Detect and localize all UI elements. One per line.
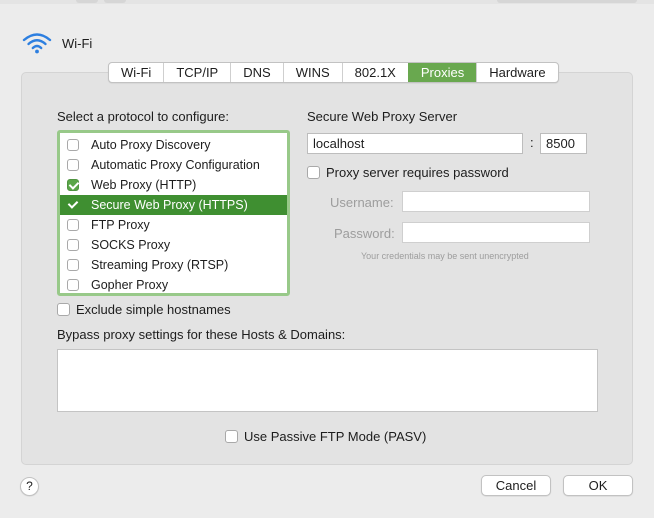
- cancel-button[interactable]: Cancel: [481, 475, 551, 496]
- tab-8021x[interactable]: 802.1X: [341, 63, 408, 82]
- proxy-host-field[interactable]: localhost: [307, 133, 523, 154]
- protocol-list: Auto Proxy Discovery Automatic Proxy Con…: [57, 130, 290, 296]
- ok-button[interactable]: OK: [563, 475, 633, 496]
- requires-password-checkbox[interactable]: [307, 166, 320, 179]
- protocol-label: Auto Proxy Discovery: [91, 138, 211, 152]
- protocol-checkbox[interactable]: [67, 239, 79, 251]
- tab-wins[interactable]: WINS: [282, 63, 342, 82]
- protocol-checkbox[interactable]: [67, 279, 79, 291]
- protocol-checkbox[interactable]: [67, 259, 79, 271]
- help-button[interactable]: ?: [20, 477, 39, 496]
- passive-ftp-checkbox[interactable]: [225, 430, 238, 443]
- protocol-label: Streaming Proxy (RTSP): [91, 258, 229, 272]
- protocol-label: Web Proxy (HTTP): [91, 178, 197, 192]
- protocol-checkbox[interactable]: [67, 219, 79, 231]
- protocol-label: FTP Proxy: [91, 218, 150, 232]
- protocol-checkbox[interactable]: [67, 139, 79, 151]
- passive-ftp-option[interactable]: Use Passive FTP Mode (PASV): [225, 429, 426, 444]
- protocol-row-secure-web-proxy[interactable]: Secure Web Proxy (HTTPS): [60, 195, 287, 215]
- server-heading: Secure Web Proxy Server: [307, 109, 458, 124]
- toolbar-stub-end: [497, 0, 637, 3]
- username-label: Username:: [330, 195, 394, 210]
- toolbar-stub-right: [104, 0, 126, 3]
- protocol-row-gopher-proxy[interactable]: Gopher Proxy: [60, 275, 287, 295]
- bypass-label: Bypass proxy settings for these Hosts & …: [57, 327, 346, 342]
- credentials-note: Your credentials may be sent unencrypted: [361, 251, 529, 261]
- requires-password-label: Proxy server requires password: [326, 165, 509, 180]
- tab-hardware[interactable]: Hardware: [476, 63, 557, 82]
- username-field[interactable]: [402, 191, 590, 212]
- host-port-separator: :: [530, 135, 534, 150]
- protocol-checkbox[interactable]: [67, 179, 79, 191]
- protocol-checkbox[interactable]: [67, 159, 79, 171]
- tab-wifi[interactable]: Wi-Fi: [109, 63, 163, 82]
- exclude-simple-option[interactable]: Exclude simple hostnames: [57, 302, 231, 317]
- protocol-list-heading: Select a protocol to configure:: [57, 109, 229, 124]
- exclude-simple-label: Exclude simple hostnames: [76, 302, 231, 317]
- protocol-row-web-proxy[interactable]: Web Proxy (HTTP): [60, 175, 287, 195]
- protocol-row-auto-discovery[interactable]: Auto Proxy Discovery: [60, 135, 287, 155]
- bypass-hosts-textarea[interactable]: [57, 349, 598, 412]
- passive-ftp-label: Use Passive FTP Mode (PASV): [244, 429, 427, 444]
- tab-bar: Wi-Fi TCP/IP DNS WINS 802.1X Proxies Har…: [108, 62, 559, 83]
- password-label: Password:: [334, 226, 395, 241]
- tab-tcpip[interactable]: TCP/IP: [163, 63, 230, 82]
- protocol-label: Secure Web Proxy (HTTPS): [91, 198, 248, 212]
- tab-dns[interactable]: DNS: [230, 63, 282, 82]
- requires-password-option[interactable]: Proxy server requires password: [307, 165, 509, 180]
- interface-header: Wi-Fi: [22, 30, 92, 56]
- exclude-simple-checkbox[interactable]: [57, 303, 70, 316]
- protocol-label: SOCKS Proxy: [91, 238, 171, 252]
- protocol-row-ftp-proxy[interactable]: FTP Proxy: [60, 215, 287, 235]
- protocol-row-auto-config[interactable]: Automatic Proxy Configuration: [60, 155, 287, 175]
- tab-proxies[interactable]: Proxies: [407, 63, 477, 82]
- wifi-icon: [22, 32, 52, 54]
- toolbar-stub-left: [76, 0, 98, 3]
- protocol-checkbox[interactable]: [67, 199, 79, 211]
- protocol-label: Gopher Proxy: [91, 278, 169, 292]
- protocol-label: Automatic Proxy Configuration: [91, 158, 260, 172]
- interface-title: Wi-Fi: [62, 35, 93, 51]
- proxy-port-field[interactable]: 8500: [540, 133, 587, 154]
- protocol-row-streaming-proxy[interactable]: Streaming Proxy (RTSP): [60, 255, 287, 275]
- password-field[interactable]: [402, 222, 590, 243]
- protocol-row-socks-proxy[interactable]: SOCKS Proxy: [60, 235, 287, 255]
